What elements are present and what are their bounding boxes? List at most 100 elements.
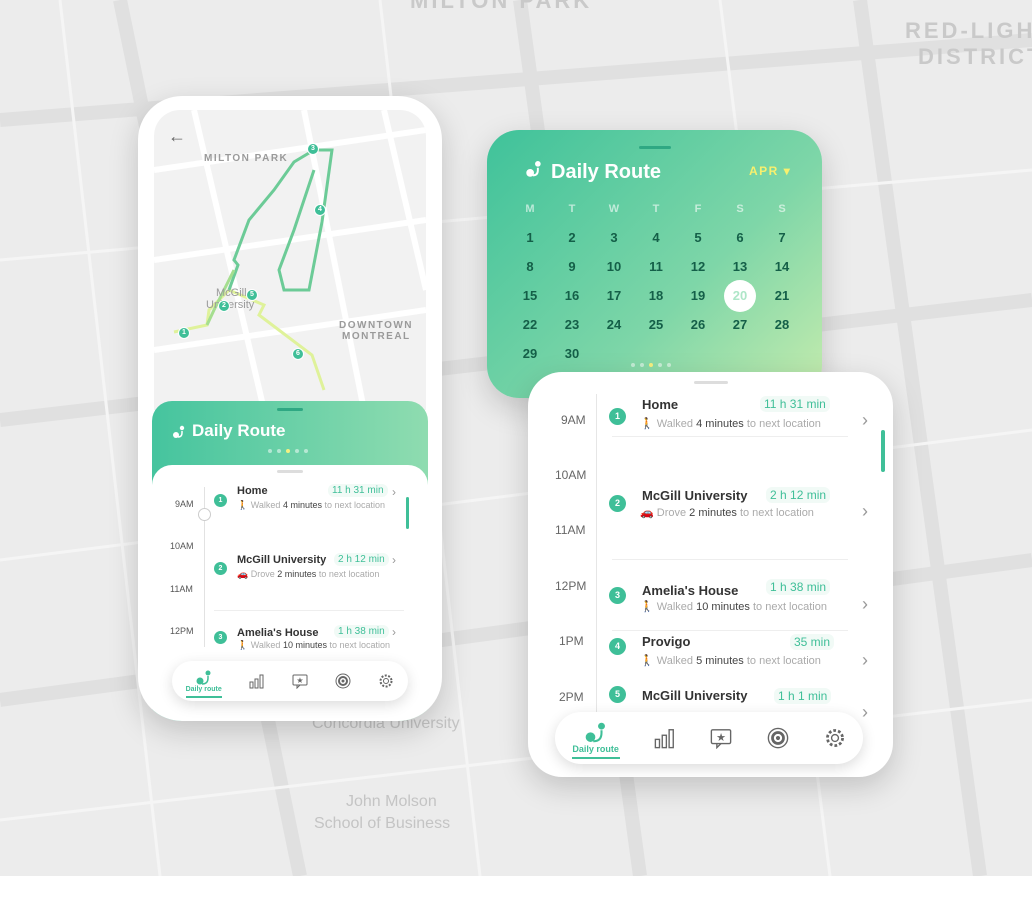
active-indicator [185,695,222,698]
calendar-day[interactable]: 13 [719,259,761,274]
bottom-nav: Daily route ★ [172,661,408,701]
time-label: 2PM [559,690,584,704]
walk-icon: 🚶 [237,500,249,510]
calendar-day[interactable]: 4 [635,230,677,245]
week-row: 22 23 24 25 26 27 28 [509,310,803,339]
calendar-day[interactable]: 5 [677,230,719,245]
calendar-day[interactable]: 27 [719,317,761,332]
map-pin[interactable]: 5 [246,289,258,301]
map-pin[interactable]: 4 [314,204,326,216]
map-pin[interactable]: 6 [292,348,304,360]
calendar-day[interactable]: 28 [761,317,803,332]
walk-icon: 🚶 [640,418,654,430]
nav-daily-route[interactable]: Daily route [571,722,620,759]
calendar-day[interactable]: 7 [761,230,803,245]
chevron-right-icon[interactable]: › [392,553,396,567]
map-pin[interactable]: 2 [218,300,230,312]
calendar-card: Daily Route APR ▾ M T W T F S S 1 2 3 4 … [487,130,822,398]
chevron-right-icon[interactable]: › [392,485,396,499]
calendar-day[interactable]: 3 [593,230,635,245]
chevron-right-icon[interactable]: › [392,625,396,639]
card-handle[interactable] [693,381,728,384]
calendar-day[interactable]: 23 [551,317,593,332]
chevron-right-icon[interactable]: › [862,501,868,522]
calendar-day[interactable]: 30 [551,346,593,361]
entry-duration: 2 h 12 min [766,487,831,503]
entry-duration: 1 h 1 min [774,688,832,704]
calendar-day[interactable]: 6 [719,230,761,245]
entry-detail: 🚗 Drove 2 minutes to next location [237,569,380,579]
chevron-right-icon[interactable]: › [862,594,868,615]
stats-icon[interactable] [654,727,676,749]
weekday-label: F [694,202,702,215]
nav-daily-route[interactable]: Daily route [186,670,222,698]
divider [612,436,848,437]
calendar-day[interactable]: 9 [551,259,593,274]
entry-name: McGill University [642,688,748,703]
chevron-right-icon[interactable]: › [862,702,868,723]
bottom-nav: Daily route ★ [555,712,863,764]
entry-detail: 🚶 Walked 5 minutes to next location [640,655,821,667]
calendar-day[interactable]: 8 [509,259,551,274]
route-map[interactable]: ← MILTON PARK DOWNTOWN MONTREAL McGill U… [154,110,426,410]
calendar-day[interactable]: 26 [677,317,719,332]
chevron-right-icon[interactable]: › [862,410,868,431]
bg-label: John Molson [346,793,437,810]
scrollbar[interactable] [881,430,885,472]
calendar-day[interactable]: 14 [761,259,803,274]
calendar-day[interactable]: 29 [509,346,551,361]
review-icon[interactable]: ★ [292,673,308,689]
calendar-day[interactable]: 22 [509,317,551,332]
calendar-day[interactable]: 16 [551,288,593,303]
calendar-day[interactable]: 25 [635,317,677,332]
page-footer [0,876,1032,911]
back-arrow-icon[interactable]: ← [168,126,186,147]
settings-icon[interactable] [824,727,846,749]
sheet-title: Daily Route [192,421,286,440]
calendar-day[interactable]: 24 [593,317,635,332]
week-row: 15 16 17 18 19 20 21 [509,279,803,312]
bg-label: DISTRICT [918,44,1032,69]
calendar-day[interactable]: 12 [677,259,719,274]
bg-label: RED-LIGHT [905,18,1032,43]
calendar-day[interactable]: 2 [551,230,593,245]
timeline-card[interactable]: 9AM 10AM 11AM 12PM 1PM 2PM 1 Home 11 h 3… [528,372,893,777]
card-handle[interactable] [638,146,671,149]
calendar-day[interactable]: 21 [761,288,803,303]
calendar-day[interactable]: 1 [509,230,551,245]
target-icon[interactable] [335,673,351,689]
map-pin[interactable]: 1 [178,327,190,339]
review-icon[interactable]: ★ [710,727,732,749]
map-pin[interactable]: 3 [307,143,319,155]
target-icon[interactable] [767,727,789,749]
calendar-day[interactable]: 17 [593,288,635,303]
map-label: McGill [216,287,247,299]
list-handle[interactable] [277,470,303,473]
entry-detail: 🚗 Drove 2 minutes to next location [640,507,814,519]
chevron-down-icon: ▾ [783,164,792,178]
chevron-right-icon[interactable]: › [862,650,868,671]
time-label: 9AM [175,499,194,509]
entry-number: 3 [214,631,227,644]
calendar-day[interactable]: 18 [635,288,677,303]
month-selector[interactable]: APR ▾ [749,164,791,178]
scrollbar[interactable] [406,497,409,529]
time-label: 1PM [559,634,584,648]
calendar-day-selected[interactable]: 20 [719,279,761,312]
settings-icon[interactable] [378,673,394,689]
entry-duration: 2 h 12 min [334,553,389,566]
entry-duration: 1 h 38 min [766,579,831,595]
calendar-day[interactable]: 19 [677,288,719,303]
entry-number: 3 [609,587,626,604]
calendar-day[interactable]: 11 [635,259,677,274]
time-label: 10AM [555,468,587,482]
entry-name: Amelia's House [237,627,319,639]
stats-icon[interactable] [249,673,265,689]
calendar-day[interactable]: 10 [593,259,635,274]
entry-detail: 🚶 Walked 10 minutes to next location [237,640,391,650]
sheet-handle[interactable] [277,408,303,411]
calendar-day[interactable]: 15 [509,288,551,303]
entry-duration: 11 h 31 min [760,396,830,412]
entry-number: 1 [609,408,626,425]
entry-name: McGill University [642,488,748,503]
